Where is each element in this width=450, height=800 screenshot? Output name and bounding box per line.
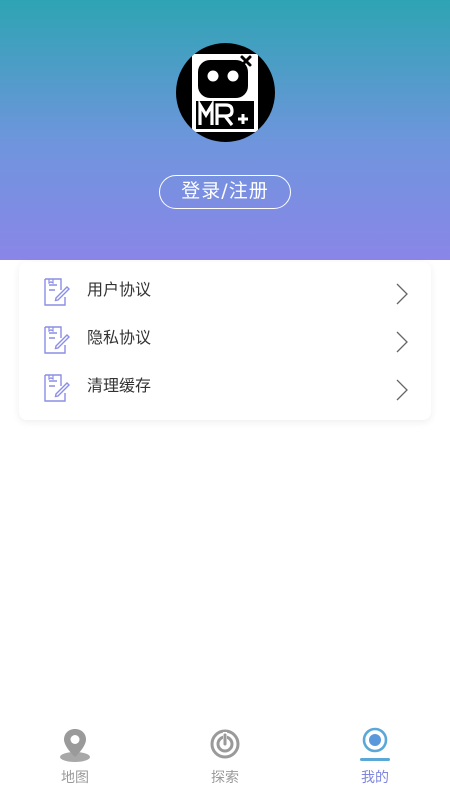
menu-item-user-agreement[interactable]: 用户协议 (19, 267, 431, 315)
menu-item-clear-cache[interactable]: 清理缓存 (19, 363, 431, 411)
menu-item-label: 用户协议 (87, 280, 152, 299)
avatar[interactable] (176, 43, 275, 142)
tab-label: 探索 (211, 770, 239, 786)
tab-mine[interactable]: 我的 (300, 715, 450, 800)
tab-explore[interactable]: 探索 (150, 715, 300, 800)
document-edit-icon (44, 374, 70, 402)
app-logo-icon (192, 54, 258, 132)
chevron-right-icon (396, 379, 408, 401)
document-edit-icon (44, 326, 70, 354)
tab-label: 我的 (361, 770, 389, 786)
menu-card: 用户协议 隐私协议 清理缓存 (19, 262, 431, 420)
tab-map[interactable]: 地图 (0, 715, 150, 800)
profile-header: 登录/注册 (0, 0, 450, 260)
profile-icon (360, 727, 390, 761)
chevron-right-icon (396, 331, 408, 353)
bottom-tab-bar: 地图 探索 我的 (0, 715, 450, 800)
menu-item-label: 清理缓存 (87, 376, 152, 395)
map-pin-icon (60, 729, 90, 762)
chevron-right-icon (396, 283, 408, 305)
tab-label: 地图 (61, 770, 89, 786)
compass-icon (210, 729, 240, 759)
menu-item-label: 隐私协议 (87, 328, 152, 347)
menu-item-privacy-policy[interactable]: 隐私协议 (19, 315, 431, 363)
document-edit-icon (44, 278, 70, 306)
login-register-button[interactable]: 登录/注册 (159, 175, 291, 209)
